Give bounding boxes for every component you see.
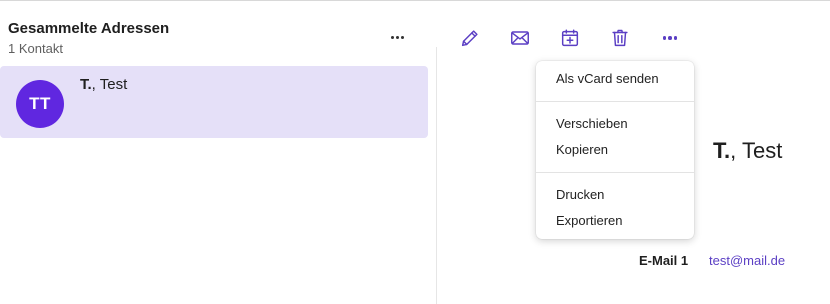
send-email-button[interactable]	[507, 26, 533, 50]
list-more-button[interactable]	[385, 27, 409, 47]
avatar: TT	[16, 80, 64, 128]
contact-count: 1 Kontakt	[8, 41, 63, 56]
menu-item-copy[interactable]: Kopieren	[556, 142, 608, 158]
email-label: E-Mail 1	[639, 253, 689, 268]
menu-divider	[536, 172, 694, 173]
toolbar-more-button[interactable]	[657, 26, 683, 50]
pencil-icon	[461, 30, 478, 47]
more-horizontal-icon	[390, 35, 394, 39]
more-dot	[668, 36, 672, 40]
more-dot	[395, 35, 399, 39]
menu-divider	[536, 101, 694, 102]
menu-item-print[interactable]: Drucken	[556, 187, 604, 203]
menu-item-export[interactable]: Exportieren	[556, 213, 622, 229]
contact-first-name: , Test	[91, 76, 128, 93]
pane-divider	[436, 47, 437, 304]
calendar-add-icon	[561, 29, 579, 47]
detail-last-name: T.	[713, 138, 731, 163]
edit-button[interactable]	[457, 26, 483, 50]
contact-list-pane: Gesammelte Adressen 1 Kontakt TT T., Tes…	[0, 1, 436, 304]
more-dot	[400, 35, 404, 39]
more-actions-menu: Als vCard senden Verschieben Kopieren Dr…	[536, 61, 694, 239]
email-link[interactable]: test@mail.de	[709, 253, 785, 268]
menu-item-send-vcard[interactable]: Als vCard senden	[556, 71, 659, 87]
address-book-title: Gesammelte Adressen	[8, 20, 170, 37]
more-horizontal-icon	[662, 36, 667, 40]
contact-last-name: T.	[80, 76, 92, 93]
trash-icon	[612, 29, 628, 47]
invite-event-button[interactable]	[557, 26, 583, 50]
delete-button[interactable]	[607, 26, 633, 50]
envelope-icon	[511, 31, 529, 45]
contact-item-name: T., Test	[80, 76, 127, 93]
more-dot	[673, 36, 678, 40]
detail-first-name: , Test	[730, 138, 783, 163]
menu-item-move[interactable]: Verschieben	[556, 116, 628, 132]
detail-contact-name: T., Test	[713, 138, 782, 164]
contact-list-item[interactable]: TT T., Test	[0, 66, 428, 138]
